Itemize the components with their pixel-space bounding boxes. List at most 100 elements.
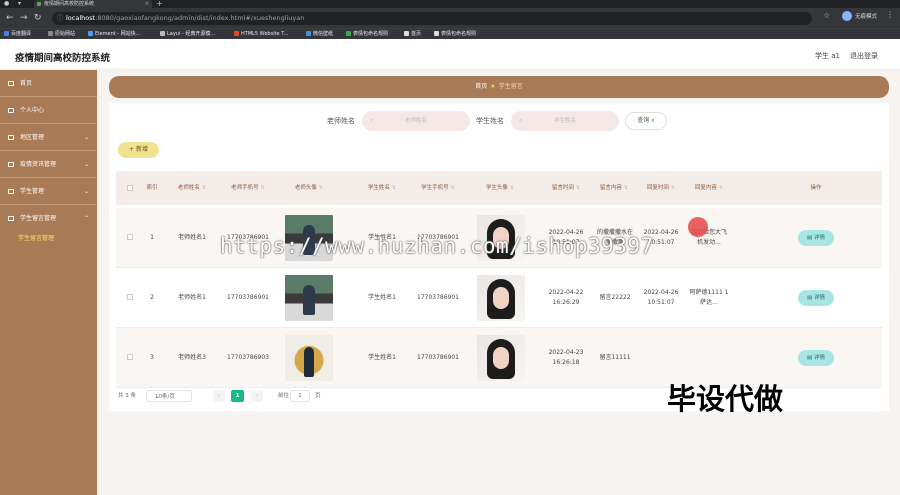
col-student-name[interactable]: 学生姓名 ⇅ [354,171,410,205]
student-avatar-image[interactable] [477,335,525,381]
page-size-select[interactable]: 10条/页 ⌄ [146,390,192,402]
detail-button[interactable]: ▤ 详情 [798,350,834,366]
search-icon: ⌕ [519,118,523,124]
sort-icon[interactable]: ⇅ [319,184,323,192]
bookmark-item[interactable]: 百度翻译 [4,29,31,39]
chevron-up-icon: ⌃ [83,215,89,222]
sort-icon[interactable]: ⇅ [576,184,580,192]
col-student-phone[interactable]: 学生手机号 ⇅ [410,171,466,205]
page-number-current[interactable]: 1 [231,390,244,402]
browser-tab[interactable]: 疫情期间高校防控系统 × [34,0,152,8]
app-title: 疫情期间高校防控系统 [15,53,111,64]
row-checkbox[interactable] [127,234,133,240]
new-tab-icon[interactable]: + [156,0,163,8]
next-page-button[interactable]: › [251,390,263,402]
chevron-down-icon: ⌄ [83,134,89,141]
col-teacher-phone[interactable]: 老师手机号 ⇅ [220,171,276,205]
chevron-down-icon: ⌄ [155,394,160,400]
menu-icon [8,216,14,221]
detail-button[interactable]: ▤ 详情 [798,230,834,246]
bookmark-item[interactable]: 微信壁纸 [306,29,333,39]
cell-actions: ▤ 详情 [776,268,856,328]
col-msg-content[interactable]: 留言内容 ⇅ [591,171,637,205]
add-button[interactable]: + 新增 [118,142,159,158]
cell-teacher-name: 老师姓名1 [178,234,206,241]
cell-student-phone: 17703786901 [417,354,459,361]
cell-msg-content: 留言11111 [599,354,631,361]
teacher-name-input[interactable]: ⌕ 老师姓名 [362,111,470,131]
sort-icon[interactable]: ⇅ [202,184,206,192]
goto-page-input[interactable]: 1 [290,390,310,402]
bookmark-item[interactable]: Element - 网站快... [88,29,140,39]
chevron-down-icon: ⌄ [83,161,89,168]
menu-icon [8,135,14,140]
sort-icon[interactable]: ⇅ [719,184,723,192]
sidebar-item-news[interactable]: 疫情资讯管理 ⌄ [0,151,97,178]
tab-close-icon[interactable]: × [145,0,149,8]
row-checkbox[interactable] [127,294,133,300]
site-info-icon[interactable]: ⓘ [57,12,63,25]
table-row: 2 老师姓名1 17703786901 学生姓名1 17703786901 20… [116,268,882,328]
cell-student-name: 学生姓名1 [368,294,396,301]
cell-student-phone: 17703786901 [417,294,459,301]
cell-teacher-phone: 17703786901 [227,294,269,301]
stamp-text: 毕设代做 [667,382,784,416]
sidebar-subitem-messages[interactable]: 学生留言管理 [0,231,97,247]
bookmark-item[interactable]: 表情包命名规则 [346,29,388,39]
sidebar-item-students[interactable]: 学生管理 ⌄ [0,178,97,205]
sort-icon[interactable]: ⇅ [624,184,628,192]
sidebar-item-profile[interactable]: 个人中心 [0,97,97,124]
sidebar-item-label: 疫情资讯管理 [20,161,57,168]
cell-reply-time: 2022-04-26 10:51:07 [643,289,679,306]
browser-tabbar: ● ▾ 疫情期间高校防控系统 × + [0,0,900,8]
breadcrumb-home[interactable]: 首页 [475,83,487,90]
tab-search-icon[interactable]: ▾ [18,0,21,8]
col-teacher-avatar[interactable]: 老师头像 ⇅ [276,171,342,205]
home-icon [8,81,14,86]
teacher-avatar-image[interactable] [285,275,333,321]
student-name-input[interactable]: ⌕ 学生姓名 [511,111,619,131]
sort-icon[interactable]: ⇅ [392,184,396,192]
sidebar-item-home[interactable]: 首页 [0,70,97,97]
bookmark-item[interactable]: 首页 [404,29,421,39]
back-icon[interactable]: ← [6,12,14,24]
prev-page-button[interactable]: ‹ [213,390,225,402]
student-avatar-image[interactable] [477,275,525,321]
col-reply-content[interactable]: 回复内容 ⇅ [685,171,733,205]
row-checkbox[interactable] [127,354,133,360]
col-msg-time[interactable]: 留言时间 ⇅ [541,171,591,205]
window-menu-icon[interactable]: ● [4,0,9,8]
sort-icon[interactable]: ⇅ [261,184,265,192]
cell-msg-time: 2022-04-23 16:26:18 [548,349,584,366]
select-all-checkbox[interactable] [127,185,133,191]
sort-icon[interactable]: ⇅ [671,184,675,192]
logout-button[interactable]: 退出登录 [850,51,878,61]
bookmark-star-icon[interactable]: ☆ [823,11,830,20]
sort-icon[interactable]: ⇅ [451,184,455,192]
sidebar-item-region[interactable]: 地区管理 ⌄ [0,124,97,151]
teacher-name-placeholder: 老师姓名 [404,118,427,124]
browser-menu-icon[interactable]: ⋮ [886,10,894,19]
profile-avatar-icon[interactable] [842,11,852,21]
detail-button[interactable]: ▤ 详情 [798,290,834,306]
cell-teacher-avatar [284,268,334,328]
bookmark-item[interactable]: 原始网站 [48,29,75,39]
col-reply-time[interactable]: 回复时间 ⇅ [637,171,685,205]
reload-icon[interactable]: ↻ [34,12,42,24]
sort-icon[interactable]: ⇅ [510,184,514,192]
query-button[interactable]: 查询 ⌕ [625,112,667,130]
col-student-avatar[interactable]: 学生头像 ⇅ [468,171,532,205]
address-bar[interactable]: ⓘ localhost:8080/gaoxiaofangkong/admin/d… [52,12,812,25]
forward-icon[interactable]: → [20,12,28,24]
tab-title: 疫情期间高校防控系统 [44,1,95,7]
profile-label[interactable]: 无痕模式 [855,12,877,20]
bookmark-item[interactable]: Layui - 经典开源模... [160,29,215,39]
cell-index: 3 [150,354,154,361]
bookmark-item[interactable]: HTML5 Website T... [234,29,288,39]
teacher-avatar-image[interactable] [285,335,333,381]
sidebar-item-messages[interactable]: 学生留言管理 ⌃ [0,205,97,232]
bookmark-item[interactable]: 表情包命名规则 [434,29,476,39]
main-content: 首页 ★ 学生留言 老师姓名 ⌕ 老师姓名 学生姓名 ⌕ 学生姓名 查询 ⌕ + 新… [97,70,900,495]
col-teacher-name[interactable]: 老师姓名 ⇅ [164,171,220,205]
cell-student-avatar [476,268,526,328]
